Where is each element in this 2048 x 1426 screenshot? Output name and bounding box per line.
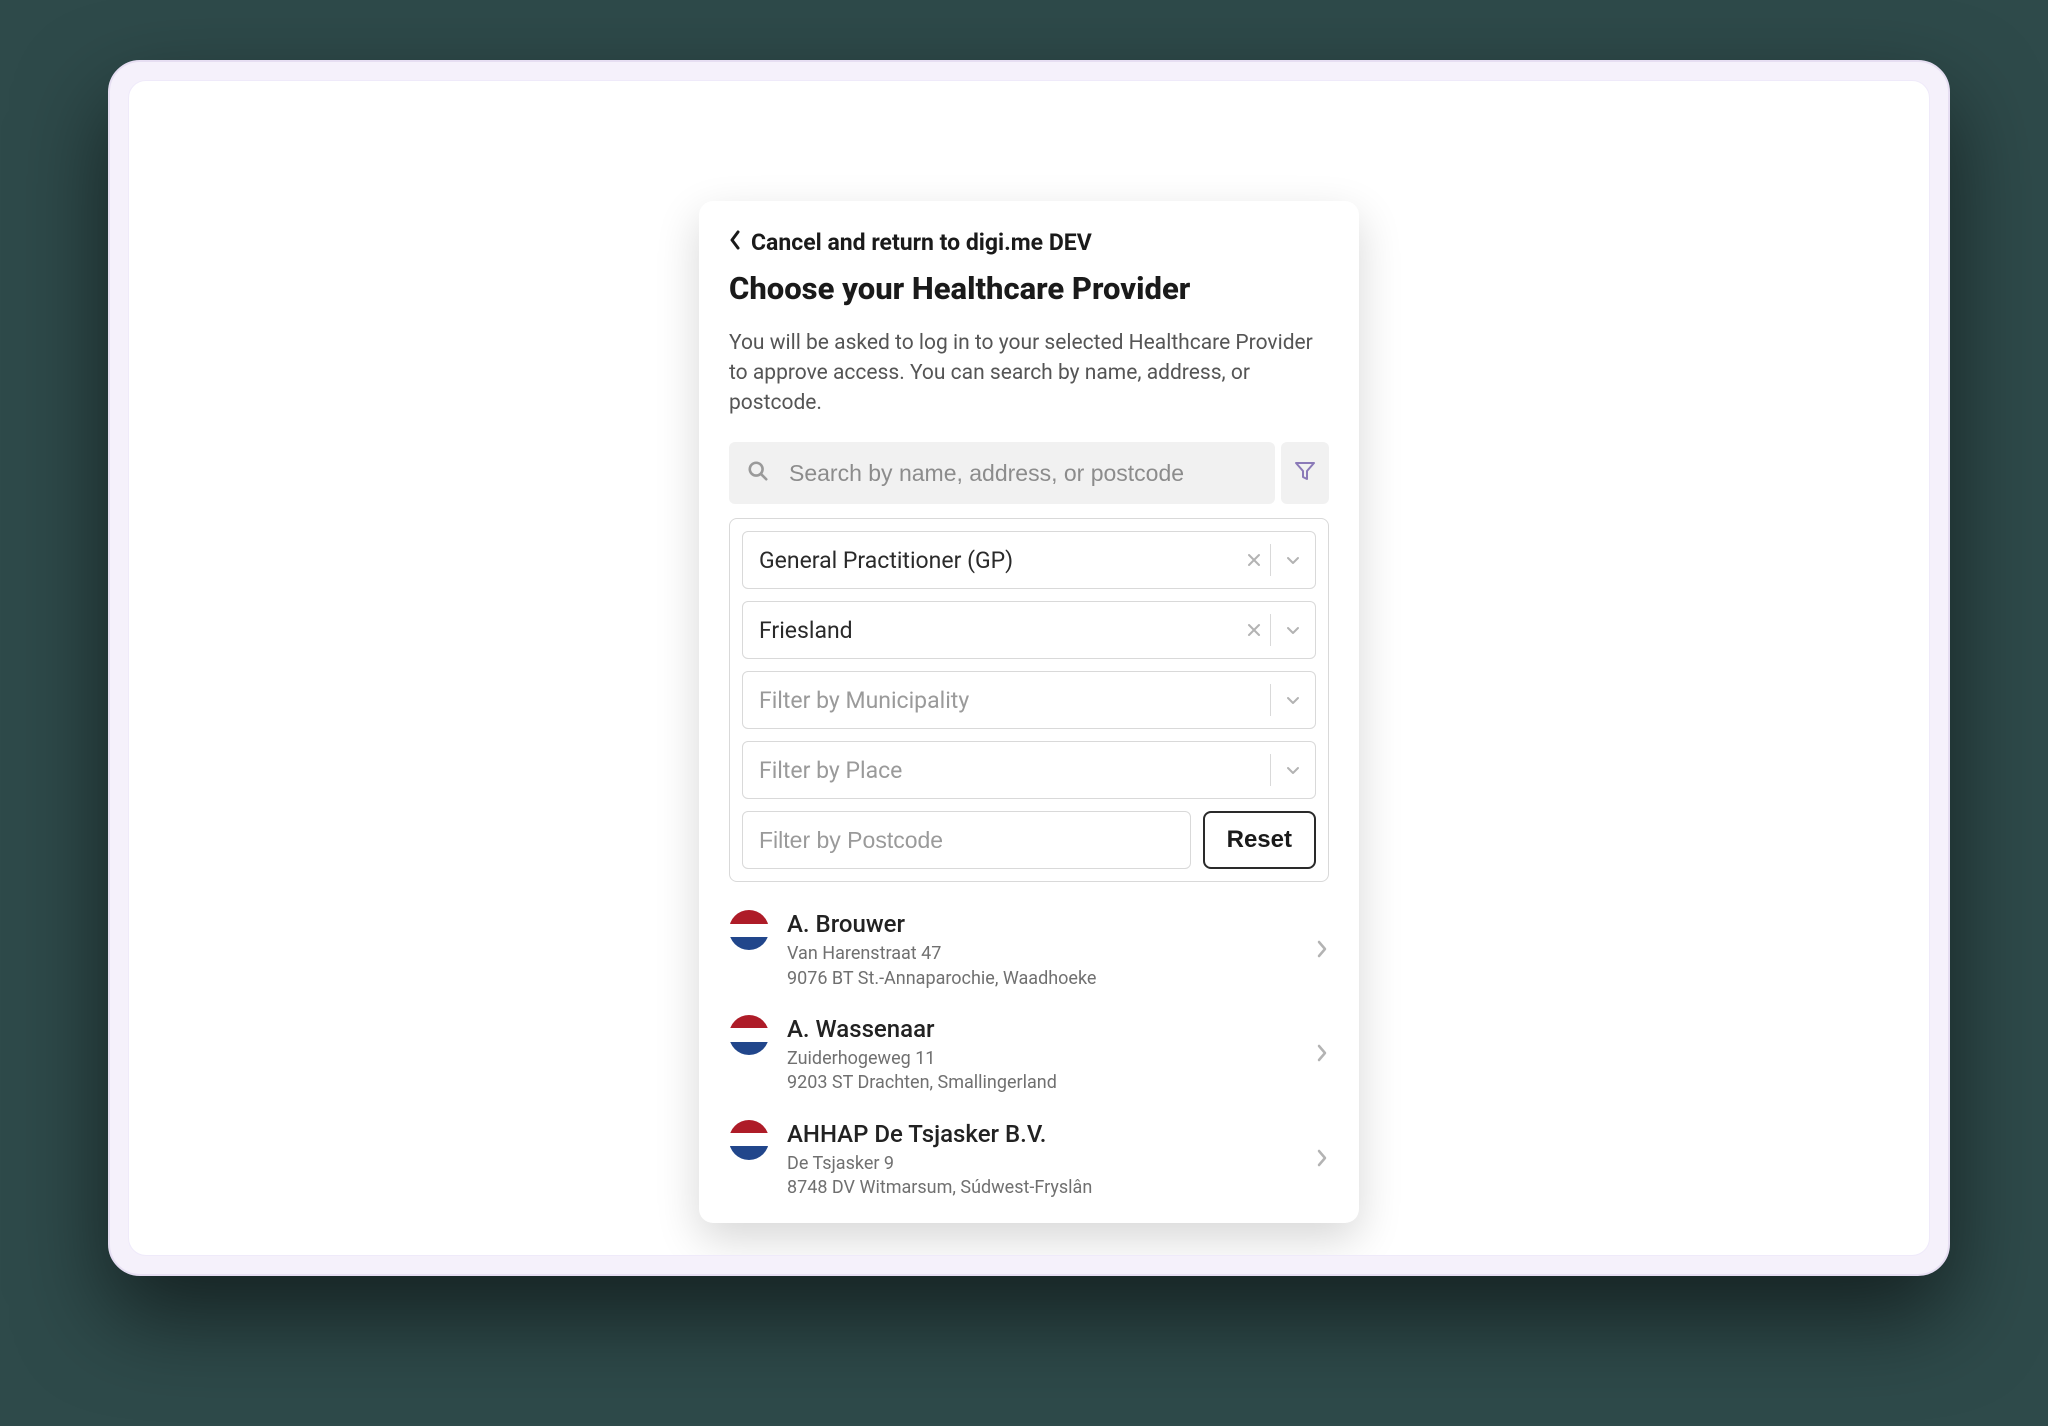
filter-toggle-button[interactable] — [1281, 442, 1329, 504]
chevron-right-icon — [1315, 1147, 1329, 1173]
search-icon — [747, 460, 769, 486]
chevron-right-icon — [1315, 938, 1329, 964]
result-address-2: 8748 DV Witmarsum, Súdwest-Fryslân — [787, 1176, 1297, 1200]
flag-nl-icon — [729, 1120, 769, 1160]
page-title: Choose your Healthcare Provider — [729, 270, 1329, 307]
postcode-row: Reset — [742, 811, 1316, 869]
filter-province-select[interactable]: Friesland — [742, 601, 1316, 659]
flag-nl-icon — [729, 910, 769, 950]
result-address-1: De Tsjasker 9 — [787, 1152, 1297, 1176]
filter-province-value: Friesland — [759, 617, 1238, 644]
results-list: A. Brouwer Van Harenstraat 47 9076 BT St… — [699, 898, 1359, 1223]
list-item[interactable]: A. Wassenaar Zuiderhogeweg 11 9203 ST Dr… — [699, 1003, 1359, 1108]
select-controls — [1270, 742, 1315, 798]
page-description: You will be asked to log in to your sele… — [729, 329, 1329, 418]
list-item[interactable]: APOTHEEKH. HUISARTSENPRAKTIJK — [699, 1212, 1359, 1223]
chevron-left-icon — [729, 229, 741, 256]
chevron-down-icon[interactable] — [1271, 691, 1315, 709]
cancel-return-label: Cancel and return to digi.me DEV — [751, 229, 1092, 256]
chevron-down-icon[interactable] — [1271, 621, 1315, 639]
chevron-down-icon[interactable] — [1271, 551, 1315, 569]
search-box — [729, 442, 1275, 504]
filter-municipality-select[interactable]: Filter by Municipality — [742, 671, 1316, 729]
select-controls — [1238, 532, 1315, 588]
result-name: A. Wassenaar — [787, 1015, 1297, 1043]
result-text: A. Brouwer Van Harenstraat 47 9076 BT St… — [787, 910, 1297, 991]
result-address-1: Zuiderhogeweg 11 — [787, 1047, 1297, 1071]
result-name: AHHAP De Tsjasker B.V. — [787, 1120, 1297, 1148]
filter-icon — [1293, 459, 1317, 487]
modal-header: Cancel and return to digi.me DEV Choose … — [699, 201, 1359, 418]
chevron-down-icon[interactable] — [1271, 761, 1315, 779]
reset-button[interactable]: Reset — [1203, 811, 1316, 869]
flag-nl-icon — [729, 1015, 769, 1055]
cancel-return-link[interactable]: Cancel and return to digi.me DEV — [729, 229, 1092, 256]
clear-icon[interactable] — [1238, 552, 1270, 568]
filter-postcode-input[interactable] — [742, 811, 1191, 869]
browser-frame: Cancel and return to digi.me DEV Choose … — [108, 60, 1950, 1276]
result-address-2: 9076 BT St.-Annaparochie, Waadhoeke — [787, 967, 1297, 991]
result-text: A. Wassenaar Zuiderhogeweg 11 9203 ST Dr… — [787, 1015, 1297, 1096]
clear-icon[interactable] — [1238, 622, 1270, 638]
filters-panel: General Practitioner (GP) Friesland — [729, 518, 1329, 882]
list-item[interactable]: A. Brouwer Van Harenstraat 47 9076 BT St… — [699, 898, 1359, 1003]
list-item[interactable]: AHHAP De Tsjasker B.V. De Tsjasker 9 874… — [699, 1108, 1359, 1213]
select-controls — [1238, 602, 1315, 658]
result-name: A. Brouwer — [787, 910, 1297, 938]
filter-municipality-placeholder: Filter by Municipality — [759, 687, 1270, 714]
viewport: Cancel and return to digi.me DEV Choose … — [128, 80, 1930, 1256]
chevron-right-icon — [1315, 1042, 1329, 1068]
search-row — [729, 442, 1329, 504]
filter-place-select[interactable]: Filter by Place — [742, 741, 1316, 799]
filter-place-placeholder: Filter by Place — [759, 757, 1270, 784]
filter-category-value: General Practitioner (GP) — [759, 547, 1238, 574]
search-input[interactable] — [787, 459, 1257, 488]
result-address-2: 9203 ST Drachten, Smallingerland — [787, 1071, 1297, 1095]
result-text: AHHAP De Tsjasker B.V. De Tsjasker 9 874… — [787, 1120, 1297, 1201]
result-address-1: Van Harenstraat 47 — [787, 942, 1297, 966]
provider-modal: Cancel and return to digi.me DEV Choose … — [699, 201, 1359, 1223]
select-controls — [1270, 672, 1315, 728]
filter-category-select[interactable]: General Practitioner (GP) — [742, 531, 1316, 589]
